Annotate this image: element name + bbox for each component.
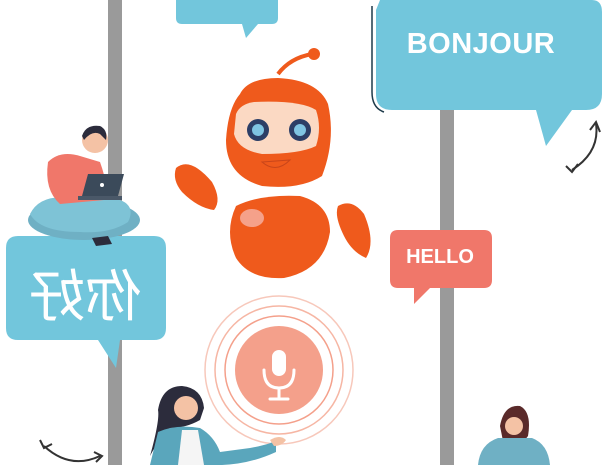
- top-speech-bubble: [176, 0, 278, 38]
- rotate-arrow-icon: [39, 439, 104, 463]
- hello-label: HELLO: [406, 246, 474, 268]
- nihao-label: 你好: [29, 265, 141, 330]
- bonjour-speech-bubble: [371, 0, 602, 146]
- rotate-arrow-icon: [565, 119, 601, 174]
- microphone-button[interactable]: [204, 295, 354, 445]
- bonjour-label: BONJOUR: [406, 28, 556, 60]
- robot: [174, 48, 371, 279]
- illustration-canvas: [6, 0, 602, 465]
- person-with-laptop: [28, 125, 140, 246]
- woman-right: [478, 405, 550, 465]
